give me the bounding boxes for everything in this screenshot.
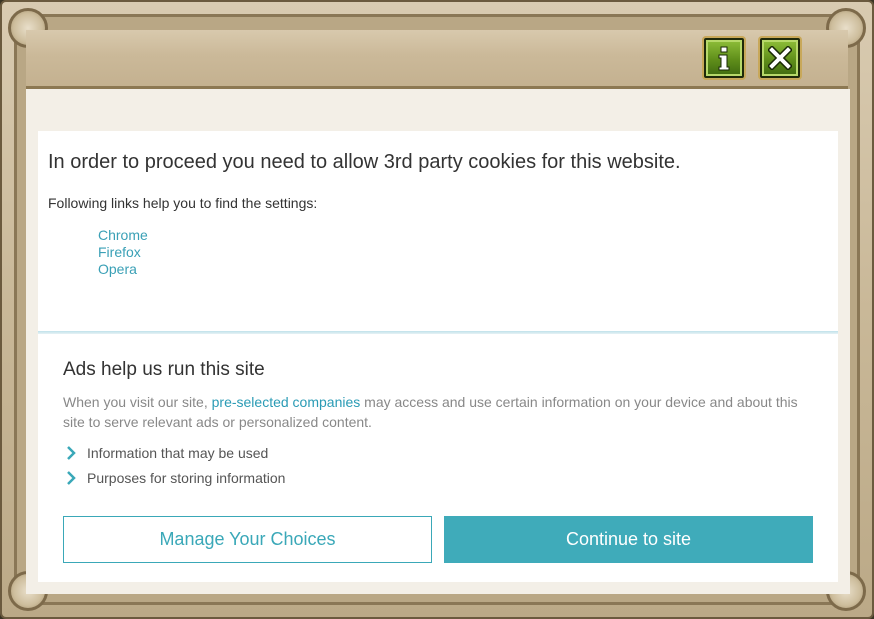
content-panel: In order to proceed you need to allow 3r…: [26, 89, 850, 594]
disclosure-purposes[interactable]: Purposes for storing information: [63, 470, 285, 486]
info-button[interactable]: [704, 38, 744, 78]
firefox-link[interactable]: Firefox: [98, 244, 148, 261]
cookie-subtext: Following links help you to find the set…: [48, 195, 318, 211]
opera-link[interactable]: Opera: [98, 261, 148, 278]
consent-text: When you visit our site, pre-selected co…: [63, 392, 803, 432]
consent-card: Ads help us run this site When you visit…: [38, 334, 838, 582]
chevron-right-icon: [63, 470, 79, 486]
consent-text-before: When you visit our site,: [63, 394, 212, 410]
manage-choices-button[interactable]: Manage Your Choices: [63, 516, 432, 563]
disclosure-label: Purposes for storing information: [87, 470, 286, 486]
disclosure-information-used[interactable]: Information that may be used: [63, 445, 268, 461]
title-bar: [26, 30, 848, 89]
cookie-message: In order to proceed you need to allow 3r…: [48, 151, 681, 173]
consent-heading: Ads help us run this site: [63, 359, 265, 380]
pre-selected-companies-link[interactable]: pre-selected companies: [212, 394, 361, 410]
cookie-notice-card: In order to proceed you need to allow 3r…: [38, 131, 838, 331]
disclosure-label: Information that may be used: [87, 445, 269, 461]
close-icon: [768, 46, 792, 70]
chrome-link[interactable]: Chrome: [98, 227, 148, 244]
browser-links: Chrome Firefox Opera: [98, 227, 148, 278]
close-button[interactable]: [760, 38, 800, 78]
continue-to-site-button[interactable]: Continue to site: [444, 516, 813, 563]
info-icon: [714, 45, 734, 71]
chevron-right-icon: [63, 445, 79, 461]
